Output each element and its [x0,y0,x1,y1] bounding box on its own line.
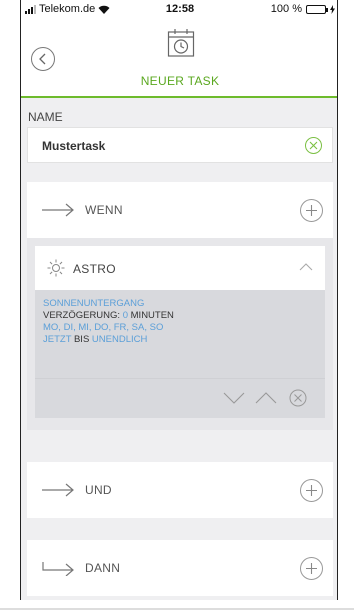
name-value[interactable]: Mustertask [42,139,105,153]
calendar-clock-icon [167,29,195,57]
wenn-section: WENN [27,182,333,238]
clear-circle-icon [309,141,318,150]
charging-icon [330,4,335,14]
wenn-label: WENN [85,203,123,217]
battery-percentage: 100 % [270,3,302,15]
astro-details[interactable]: SONNENUNTERGANG VERZÖGERUNG: 0 MINUTEN M… [35,290,325,378]
astro-event[interactable]: SONNENUNTERGANG [43,298,144,309]
battery-icon [306,4,328,14]
chevron-left-icon [39,53,46,65]
arrow-right-icon [42,203,74,217]
back-button[interactable] [31,47,55,71]
und-row[interactable]: UND [27,462,333,518]
delay-unit: MINUTEN [130,310,174,321]
collapse-chevron-icon[interactable] [299,262,313,272]
page-title: NEUER TASK [140,74,220,88]
add-und-button[interactable] [300,479,323,502]
name-label: NAME [28,110,63,124]
plus-circle-icon [306,205,317,216]
header: NEUER TASK [21,20,337,98]
name-field[interactable]: Mustertask [27,127,333,163]
task-editor: NAME Mustertask WENN ASTRO SONNENUNTERGA… [21,98,337,600]
delay-value[interactable]: 0 [123,310,128,321]
start-time[interactable]: JETZT [43,334,71,345]
move-down-icon[interactable] [223,391,245,405]
dann-label: DANN [85,561,121,575]
astro-actions [35,378,325,418]
plus-circle-icon [306,485,317,496]
dann-row[interactable]: DANN [27,540,333,596]
return-arrow-icon [42,562,74,576]
remove-circle-icon[interactable] [289,389,307,407]
condition-container: ASTRO SONNENUNTERGANG VERZÖGERUNG: 0 MIN… [27,238,333,430]
phone-screen: Telekom.de 12:58 100 % NEUER TASK NAME M… [20,0,338,600]
add-dann-button[interactable] [300,557,323,580]
clear-name-button[interactable] [305,137,322,154]
add-wenn-button[interactable] [300,199,323,222]
astro-condition-card: ASTRO SONNENUNTERGANG VERZÖGERUNG: 0 MIN… [35,246,325,418]
until-word: BIS [73,334,90,345]
sun-icon [47,259,65,277]
und-label: UND [85,483,112,497]
weekdays[interactable]: MO, DI, MI, DO, FR, SA, SO [43,322,163,333]
dann-section[interactable]: DANN [27,540,333,596]
plus-circle-icon [306,563,317,574]
und-section[interactable]: UND [27,462,333,518]
status-bar: Telekom.de 12:58 100 % [21,0,337,20]
status-right: 100 % [271,3,335,15]
wenn-row[interactable]: WENN [27,182,333,238]
astro-title: ASTRO [73,262,116,276]
delay-label: VERZÖGERUNG: [43,310,121,321]
astro-header[interactable]: ASTRO [35,246,325,290]
move-up-icon[interactable] [255,391,277,405]
arrow-right-icon [42,483,74,497]
end-time[interactable]: UNENDLICH [92,334,147,345]
